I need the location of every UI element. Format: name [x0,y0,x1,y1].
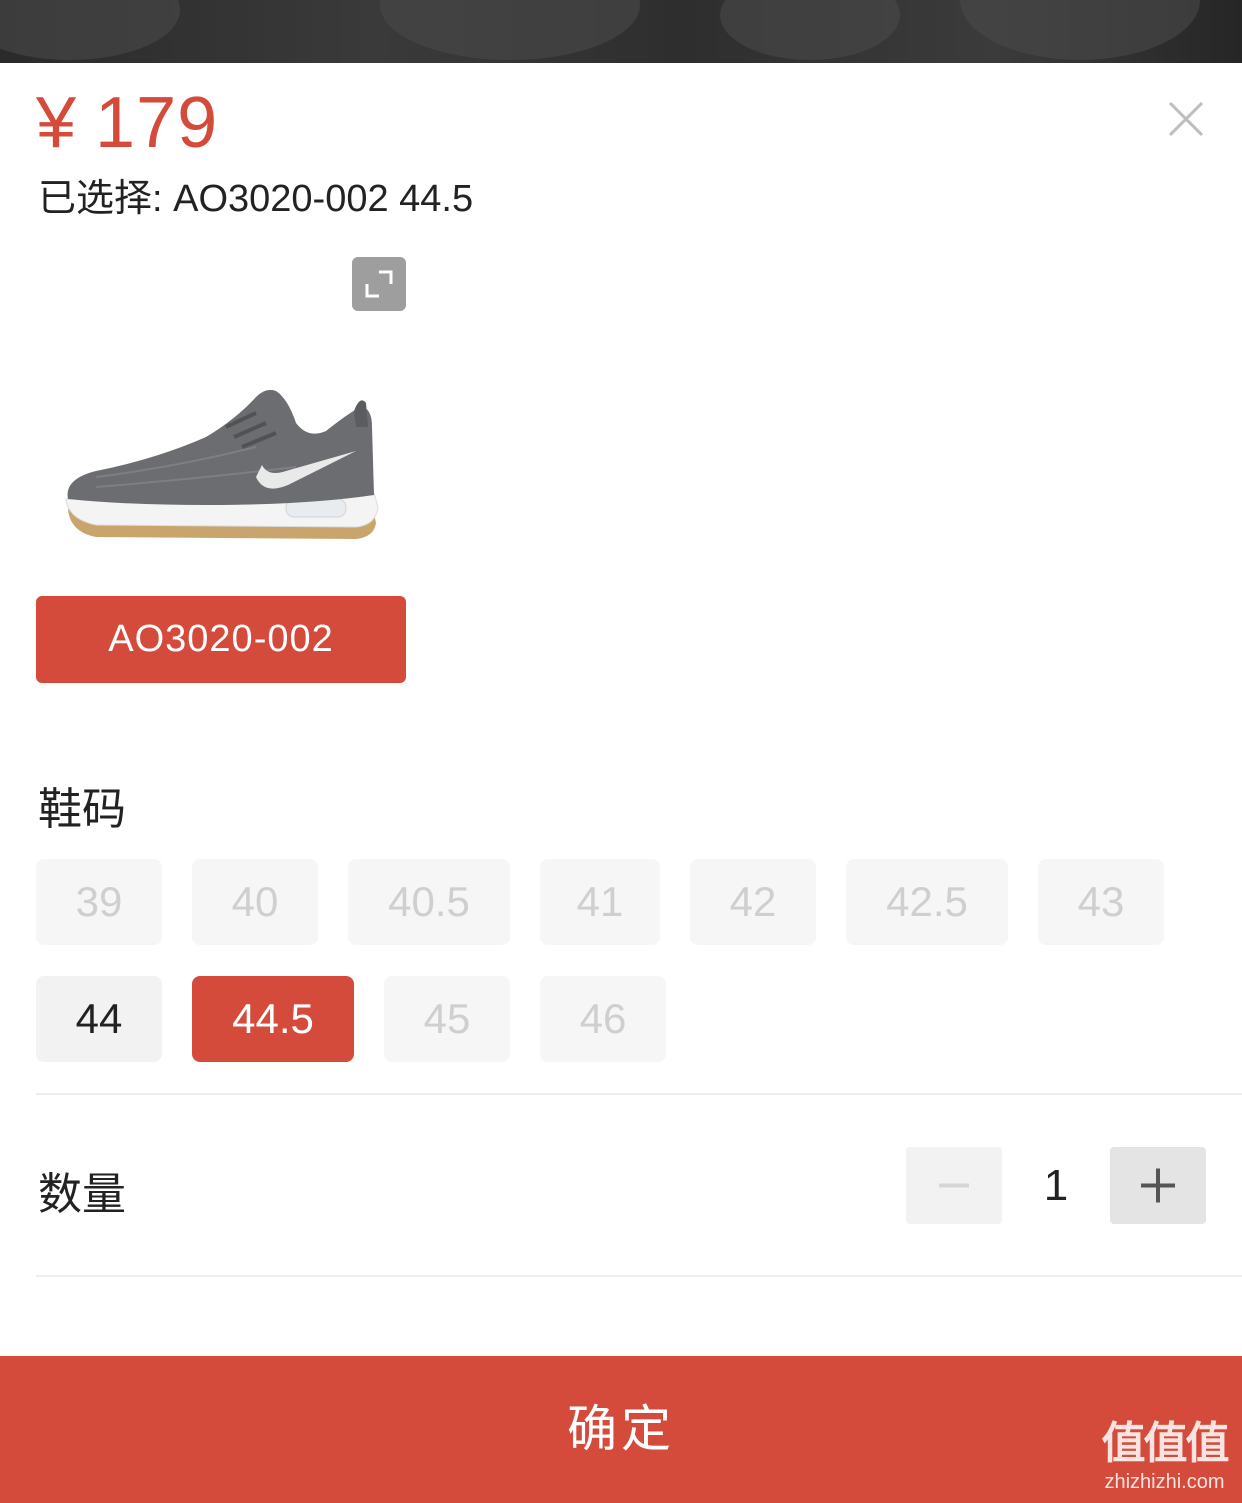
size-option-44[interactable]: 44 [36,976,162,1062]
price-value: 179 [95,83,219,163]
close-icon [1168,101,1204,137]
currency-symbol: ¥ [36,83,78,163]
sku-selector-page: ¥179 已选择: AO3020-002 44.5 AO3020-002 鞋码 … [0,0,1242,1503]
close-button[interactable] [1160,93,1212,145]
variant-card[interactable]: AO3020-002 [36,257,406,683]
size-option-42[interactable]: 42 [690,859,816,945]
plus-icon [1141,1168,1175,1203]
size-option-44-5[interactable]: 44.5 [192,976,354,1062]
size-option-40-5[interactable]: 40.5 [348,859,510,945]
size-option-40[interactable]: 40 [192,859,318,945]
size-option-42-5[interactable]: 42.5 [846,859,1008,945]
quantity-label: 数量 [38,1169,126,1220]
minus-icon [939,1183,969,1188]
size-option-41[interactable]: 41 [540,859,660,945]
confirm-button[interactable]: 确定 [0,1356,1242,1503]
sku-sheet: ¥179 已选择: AO3020-002 44.5 AO3020-002 鞋码 … [0,63,1242,1503]
watermark: 值值值 zhizhizhi.com [1092,1418,1237,1503]
size-option-45[interactable]: 45 [384,976,510,1062]
product-photo-strip [0,0,1242,63]
divider [36,1093,1242,1095]
shoe-image [65,389,379,539]
price: ¥179 [36,83,218,163]
variant-option-selected[interactable]: AO3020-002 [36,596,406,683]
watermark-logo: 值值值 [1101,1418,1230,1469]
expand-image-button[interactable] [352,257,406,311]
divider [36,1275,1242,1277]
expand-icon [365,270,393,298]
quantity-increment-button[interactable] [1110,1147,1206,1224]
watermark-url: zhizhizhi.com [1104,1471,1225,1493]
quantity-decrement-button[interactable] [906,1147,1002,1224]
selected-summary: 已选择: AO3020-002 44.5 [38,178,474,220]
quantity-value[interactable]: 1 [1002,1147,1110,1224]
size-option-43[interactable]: 43 [1038,859,1164,945]
size-option-46[interactable]: 46 [540,976,666,1062]
size-option-39[interactable]: 39 [36,859,162,945]
size-section-label: 鞋码 [38,784,126,835]
